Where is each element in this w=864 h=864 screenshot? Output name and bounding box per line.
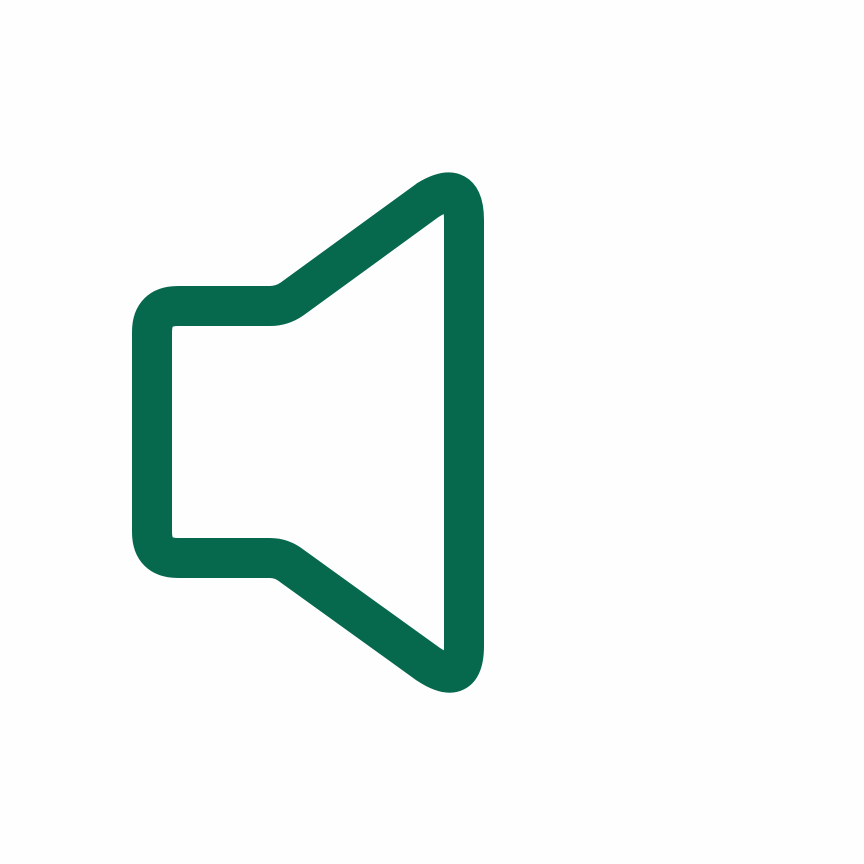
speaker-icon bbox=[132, 172, 484, 693]
icon-canvas bbox=[0, 0, 864, 864]
speaker-outline bbox=[132, 172, 484, 693]
